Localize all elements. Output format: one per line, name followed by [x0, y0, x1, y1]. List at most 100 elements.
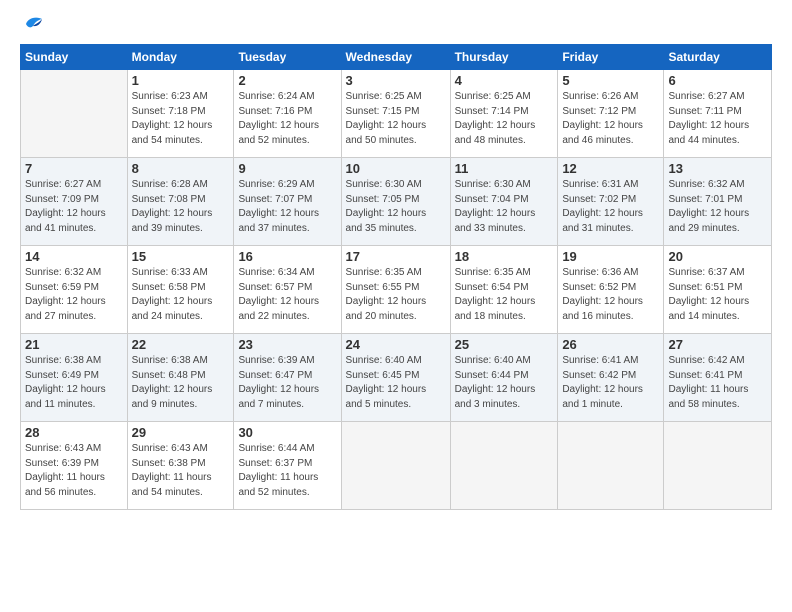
day-info: Sunrise: 6:38 AMSunset: 6:49 PMDaylight:… — [25, 354, 123, 412]
weekday-header-row: SundayMondayTuesdayWednesdayThursdayFrid… — [21, 45, 772, 70]
calendar-cell: 17 Sunrise: 6:35 AMSunset: 6:55 PMDayligh… — [341, 246, 450, 334]
calendar-cell: 18Sunrise: 6:35 AMSunset: 6:54 PMDayligh… — [450, 246, 558, 334]
calendar-cell — [450, 422, 558, 510]
day-info: Sunrise: 6:42 AMSunset: 6:41 PMDaylight:… — [668, 354, 767, 412]
calendar-cell: 8Sunrise: 6:28 AMSunset: 7:08 PMDaylight… — [127, 158, 234, 246]
day-info: Sunrise: 6:41 AMSunset: 6:42 PMDaylight:… — [562, 354, 659, 412]
calendar-cell: 5 Sunrise: 6:26 AMSunset: 7:12 PMDaylight… — [558, 70, 664, 158]
calendar-cell: 21 Sunrise: 6:38 AMSunset: 6:49 PMDayligh… — [21, 334, 128, 422]
day-info: Sunrise: 6:33 AMSunset: 6:58 PMDaylight:… — [132, 266, 230, 324]
calendar-cell: 10 Sunrise: 6:30 AMSunset: 7:05 PMDayligh… — [341, 158, 450, 246]
day-number: 6 — [668, 73, 767, 88]
day-info: Sunrise: 6:23 AMSunset: 7:18 PMDaylight:… — [132, 90, 230, 148]
calendar-cell: 23 Sunrise: 6:39 AMSunset: 6:47 PMDayligh… — [234, 334, 341, 422]
calendar-cell: 12 Sunrise: 6:31 AMSunset: 7:02 PMDayligh… — [558, 158, 664, 246]
day-number: 11 — [455, 161, 554, 176]
day-number: 1 — [132, 73, 230, 88]
day-number: 21 — [25, 337, 123, 352]
weekday-header-wednesday: Wednesday — [341, 45, 450, 70]
day-number: 7 — [25, 161, 123, 176]
day-info: Sunrise: 6:29 AMSunset: 7:07 PMDaylight:… — [238, 178, 336, 236]
calendar-cell: 14Sunrise: 6:32 AMSunset: 6:59 PMDayligh… — [21, 246, 128, 334]
calendar-cell: 22 Sunrise: 6:38 AMSunset: 6:48 PMDayligh… — [127, 334, 234, 422]
calendar-cell: 30 Sunrise: 6:44 AMSunset: 6:37 PMDayligh… — [234, 422, 341, 510]
calendar-cell: 19 Sunrise: 6:36 AMSunset: 6:52 PMDayligh… — [558, 246, 664, 334]
calendar-cell: 6 Sunrise: 6:27 AMSunset: 7:11 PMDaylight… — [664, 70, 772, 158]
day-info: Sunrise: 6:39 AMSunset: 6:47 PMDaylight:… — [238, 354, 336, 412]
day-info: Sunrise: 6:27 AMSunset: 7:11 PMDaylight:… — [668, 90, 767, 148]
day-info: Sunrise: 6:40 AMSunset: 6:45 PMDaylight:… — [346, 354, 446, 412]
day-info: Sunrise: 6:30 AMSunset: 7:04 PMDaylight:… — [455, 178, 554, 236]
weekday-header-tuesday: Tuesday — [234, 45, 341, 70]
header — [20, 16, 772, 34]
day-number: 5 — [562, 73, 659, 88]
calendar-cell: 20Sunrise: 6:37 AMSunset: 6:51 PMDayligh… — [664, 246, 772, 334]
day-number: 3 — [346, 73, 446, 88]
calendar-cell — [558, 422, 664, 510]
calendar-cell: 15 Sunrise: 6:33 AMSunset: 6:58 PMDayligh… — [127, 246, 234, 334]
day-info: Sunrise: 6:31 AMSunset: 7:02 PMDaylight:… — [562, 178, 659, 236]
day-number: 4 — [455, 73, 554, 88]
calendar-cell: 11 Sunrise: 6:30 AMSunset: 7:04 PMDayligh… — [450, 158, 558, 246]
day-info: Sunrise: 6:24 AMSunset: 7:16 PMDaylight:… — [238, 90, 336, 148]
day-number: 19 — [562, 249, 659, 264]
day-number: 28 — [25, 425, 123, 440]
calendar-cell — [664, 422, 772, 510]
day-number: 24 — [346, 337, 446, 352]
weekday-header-monday: Monday — [127, 45, 234, 70]
day-number: 16 — [238, 249, 336, 264]
day-number: 22 — [132, 337, 230, 352]
calendar-week-row: 14Sunrise: 6:32 AMSunset: 6:59 PMDayligh… — [21, 246, 772, 334]
day-number: 10 — [346, 161, 446, 176]
calendar-cell: 7Sunrise: 6:27 AMSunset: 7:09 PMDaylight… — [21, 158, 128, 246]
weekday-header-saturday: Saturday — [664, 45, 772, 70]
day-number: 30 — [238, 425, 336, 440]
day-info: Sunrise: 6:35 AMSunset: 6:54 PMDaylight:… — [455, 266, 554, 324]
calendar-cell: 3 Sunrise: 6:25 AMSunset: 7:15 PMDaylight… — [341, 70, 450, 158]
day-info: Sunrise: 6:44 AMSunset: 6:37 PMDaylight:… — [238, 442, 336, 500]
day-info: Sunrise: 6:25 AMSunset: 7:14 PMDaylight:… — [455, 90, 554, 148]
calendar-cell: 28 Sunrise: 6:43 AMSunset: 6:39 PMDayligh… — [21, 422, 128, 510]
calendar-cell — [341, 422, 450, 510]
day-number: 25 — [455, 337, 554, 352]
calendar-cell: 29Sunrise: 6:43 AMSunset: 6:38 PMDayligh… — [127, 422, 234, 510]
weekday-header-thursday: Thursday — [450, 45, 558, 70]
day-number: 27 — [668, 337, 767, 352]
day-number: 12 — [562, 161, 659, 176]
calendar-week-row: 7Sunrise: 6:27 AMSunset: 7:09 PMDaylight… — [21, 158, 772, 246]
day-number: 23 — [238, 337, 336, 352]
day-info: Sunrise: 6:40 AMSunset: 6:44 PMDaylight:… — [455, 354, 554, 412]
calendar-cell: 4 Sunrise: 6:25 AMSunset: 7:14 PMDaylight… — [450, 70, 558, 158]
day-info: Sunrise: 6:26 AMSunset: 7:12 PMDaylight:… — [562, 90, 659, 148]
calendar-cell: 25 Sunrise: 6:40 AMSunset: 6:44 PMDayligh… — [450, 334, 558, 422]
day-info: Sunrise: 6:32 AMSunset: 7:01 PMDaylight:… — [668, 178, 767, 236]
calendar-cell: 27 Sunrise: 6:42 AMSunset: 6:41 PMDayligh… — [664, 334, 772, 422]
day-number: 15 — [132, 249, 230, 264]
calendar-cell: 24 Sunrise: 6:40 AMSunset: 6:45 PMDayligh… — [341, 334, 450, 422]
calendar-cell — [21, 70, 128, 158]
calendar-week-row: 21 Sunrise: 6:38 AMSunset: 6:49 PMDayligh… — [21, 334, 772, 422]
logo-bird-icon — [22, 14, 44, 34]
day-info: Sunrise: 6:35 AMSunset: 6:55 PMDaylight:… — [346, 266, 446, 324]
day-number: 17 — [346, 249, 446, 264]
calendar-cell: 1 Sunrise: 6:23 AMSunset: 7:18 PMDaylight… — [127, 70, 234, 158]
calendar-cell: 16 Sunrise: 6:34 AMSunset: 6:57 PMDayligh… — [234, 246, 341, 334]
day-info: Sunrise: 6:38 AMSunset: 6:48 PMDaylight:… — [132, 354, 230, 412]
day-number: 13 — [668, 161, 767, 176]
day-info: Sunrise: 6:43 AMSunset: 6:39 PMDaylight:… — [25, 442, 123, 500]
day-number: 20 — [668, 249, 767, 264]
weekday-header-friday: Friday — [558, 45, 664, 70]
weekday-header-sunday: Sunday — [21, 45, 128, 70]
day-info: Sunrise: 6:36 AMSunset: 6:52 PMDaylight:… — [562, 266, 659, 324]
day-info: Sunrise: 6:34 AMSunset: 6:57 PMDaylight:… — [238, 266, 336, 324]
day-info: Sunrise: 6:30 AMSunset: 7:05 PMDaylight:… — [346, 178, 446, 236]
day-number: 29 — [132, 425, 230, 440]
page: SundayMondayTuesdayWednesdayThursdayFrid… — [0, 0, 792, 612]
day-info: Sunrise: 6:25 AMSunset: 7:15 PMDaylight:… — [346, 90, 446, 148]
day-number: 2 — [238, 73, 336, 88]
day-number: 9 — [238, 161, 336, 176]
calendar-table: SundayMondayTuesdayWednesdayThursdayFrid… — [20, 44, 772, 510]
day-info: Sunrise: 6:28 AMSunset: 7:08 PMDaylight:… — [132, 178, 230, 236]
calendar-week-row: 28 Sunrise: 6:43 AMSunset: 6:39 PMDayligh… — [21, 422, 772, 510]
calendar-cell: 26Sunrise: 6:41 AMSunset: 6:42 PMDayligh… — [558, 334, 664, 422]
